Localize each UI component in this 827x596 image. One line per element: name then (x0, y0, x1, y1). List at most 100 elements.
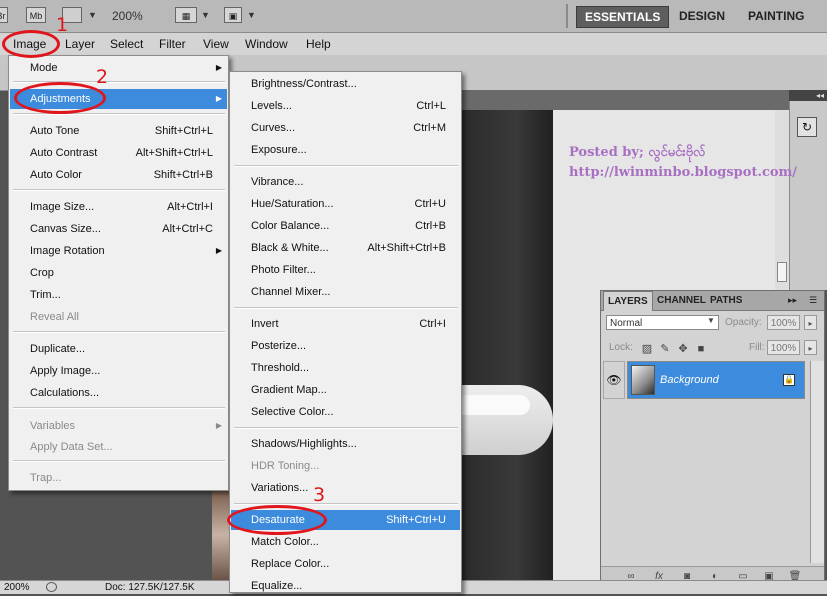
zoom-level[interactable]: 200% (112, 9, 143, 23)
menu-item-posterize[interactable]: Posterize... (231, 336, 460, 356)
menu-item-auto-contrast[interactable]: Auto Contrast Alt+Shift+Ctrl+L (10, 143, 227, 163)
annotation-number-3: 3 (313, 484, 326, 506)
menu-item-label: Auto Contrast (30, 147, 98, 159)
status-icon[interactable] (46, 582, 57, 592)
status-zoom[interactable]: 200% (4, 582, 30, 593)
menu-help[interactable]: Help (306, 37, 331, 51)
menu-item-exposure[interactable]: Exposure... (231, 140, 460, 160)
menu-item-label: Black & White... (251, 242, 329, 254)
menu-window[interactable]: Window (245, 37, 288, 51)
arrange-documents-icon[interactable]: ▦ (175, 7, 197, 23)
menu-item-gradient-map[interactable]: Gradient Map... (231, 380, 460, 400)
menu-item-mode[interactable]: Mode ▶ (10, 58, 227, 78)
history-icon[interactable]: ↻ (797, 117, 817, 137)
mini-bridge-label: Mb (29, 11, 43, 21)
divider (234, 307, 458, 309)
layers-scrollbar[interactable] (810, 361, 824, 563)
menu-item-match-color[interactable]: Match Color... (231, 532, 460, 552)
dock-expand-icon[interactable]: ◂◂ (789, 90, 827, 101)
layer-row-background[interactable]: Background 🔒 (627, 361, 805, 399)
bridge-icon[interactable]: Br (0, 7, 8, 23)
workspace-essentials[interactable]: ESSENTIALS (576, 6, 670, 28)
menu-item-shadows-highlights[interactable]: Shadows/Highlights... (231, 434, 460, 454)
menu-item-auto-color[interactable]: Auto Color Shift+Ctrl+B (10, 165, 227, 185)
menu-select[interactable]: Select (110, 37, 143, 51)
menu-item-label: Vibrance... (251, 176, 304, 188)
menu-item-label: Auto Tone (30, 125, 80, 137)
annotation-ring-3 (227, 505, 327, 535)
menu-item-threshold[interactable]: Threshold... (231, 358, 460, 378)
screen-mode-icon[interactable]: ▣ (224, 7, 242, 23)
menu-item-shortcut: Ctrl+I (419, 318, 446, 330)
menu-item-invert[interactable]: Invert Ctrl+I (231, 314, 460, 334)
chevron-down-icon[interactable]: ▼ (707, 316, 715, 325)
menu-item-color-balance[interactable]: Color Balance... Ctrl+B (231, 216, 460, 236)
menu-item-shortcut: Ctrl+L (416, 100, 446, 112)
lock-label: Lock: (609, 342, 633, 353)
menu-item-photo-filter[interactable]: Photo Filter... (231, 260, 460, 280)
menu-item-calculations[interactable]: Calculations... (10, 383, 227, 403)
panel-tabs: LAYERS CHANNEL PATHS ▸▸ ☰ (601, 291, 824, 311)
menu-item-label: Variables (30, 420, 76, 432)
menu-item-levels[interactable]: Levels... Ctrl+L (231, 96, 460, 116)
menu-item-brightness-contrast[interactable]: Brightness/Contrast... (231, 74, 460, 94)
menu-item-label: Channel Mixer... (251, 286, 331, 298)
fill-field[interactable]: 100% (767, 340, 800, 355)
eye-icon[interactable]: 👁 (603, 361, 625, 399)
lock-pixels-icon[interactable]: ✎ (659, 343, 671, 355)
menu-item-duplicate[interactable]: Duplicate... (10, 339, 227, 359)
menu-item-variations[interactable]: Variations... (231, 478, 460, 498)
menu-view[interactable]: View (203, 37, 229, 51)
tab-channels[interactable]: CHANNEL (653, 291, 710, 310)
menu-item-crop[interactable]: Crop (10, 263, 227, 283)
menu-item-hdr-toning: HDR Toning... (231, 456, 460, 476)
menu-item-apply-image[interactable]: Apply Image... (10, 361, 227, 381)
menu-item-channel-mixer[interactable]: Channel Mixer... (231, 282, 460, 302)
tab-layers[interactable]: LAYERS (603, 291, 653, 311)
menu-item-label: Duplicate... (30, 343, 86, 355)
collapse-icon[interactable]: ▸▸ (784, 291, 801, 310)
divider (13, 331, 225, 333)
menu-item-label: Apply Image... (30, 365, 101, 377)
mini-bridge-icon[interactable]: Mb (26, 7, 46, 23)
panel-menu-icon[interactable]: ☰ (805, 291, 821, 310)
menu-item-canvas-size[interactable]: Canvas Size... Alt+Ctrl+C (10, 219, 227, 239)
menu-item-hue-saturation[interactable]: Hue/Saturation... Ctrl+U (231, 194, 460, 214)
chevron-down-icon[interactable]: ▼ (247, 10, 256, 20)
menu-layer[interactable]: Layer (65, 37, 95, 51)
tab-paths[interactable]: PATHS (706, 291, 746, 310)
menu-item-vibrance[interactable]: Vibrance... (231, 172, 460, 192)
menu-item-shortcut: Alt+Ctrl+I (167, 201, 213, 213)
menu-item-trim[interactable]: Trim... (10, 285, 227, 305)
menu-item-curves[interactable]: Curves... Ctrl+M (231, 118, 460, 138)
divider (13, 407, 225, 409)
menu-item-label: HDR Toning... (251, 460, 320, 472)
menu-item-image-size[interactable]: Image Size... Alt+Ctrl+I (10, 197, 227, 217)
menu-item-image-rotation[interactable]: Image Rotation ▶ (10, 241, 227, 261)
lock-all-icon[interactable]: ■ (695, 343, 707, 355)
menu-item-selective-color[interactable]: Selective Color... (231, 402, 460, 422)
workspace-painting[interactable]: PAINTING (740, 6, 812, 26)
divider (13, 189, 225, 191)
menu-item-label: Shadows/Highlights... (251, 438, 357, 450)
workspace-design[interactable]: DESIGN (671, 6, 733, 26)
menu-item-label: Trap... (30, 472, 62, 484)
opacity-field[interactable]: 100% (767, 315, 800, 330)
menu-item-replace-color[interactable]: Replace Color... (231, 554, 460, 574)
chevron-down-icon[interactable]: ▼ (88, 10, 97, 20)
lock-position-icon[interactable]: ✥ (677, 343, 689, 355)
opacity-slider-icon[interactable]: ▸ (804, 315, 817, 330)
submenu-arrow-icon: ▶ (215, 421, 222, 430)
menu-item-auto-tone[interactable]: Auto Tone Shift+Ctrl+L (10, 121, 227, 141)
menu-item-equalize[interactable]: Equalize... (231, 576, 460, 596)
chevron-down-icon[interactable]: ▼ (201, 10, 210, 20)
menu-item-black-white[interactable]: Black & White... Alt+Shift+Ctrl+B (231, 238, 460, 258)
fill-slider-icon[interactable]: ▸ (804, 340, 817, 355)
blend-mode-select[interactable]: Normal (606, 315, 719, 330)
menu-item-apply-data-set: Apply Data Set... (10, 437, 227, 457)
scrollbar-thumb[interactable] (777, 262, 787, 282)
menu-item-label: Equalize... (251, 580, 303, 592)
submenu-arrow-icon: ▶ (215, 63, 222, 72)
lock-transparent-icon[interactable]: ▨ (641, 343, 653, 355)
menu-filter[interactable]: Filter (159, 37, 186, 51)
